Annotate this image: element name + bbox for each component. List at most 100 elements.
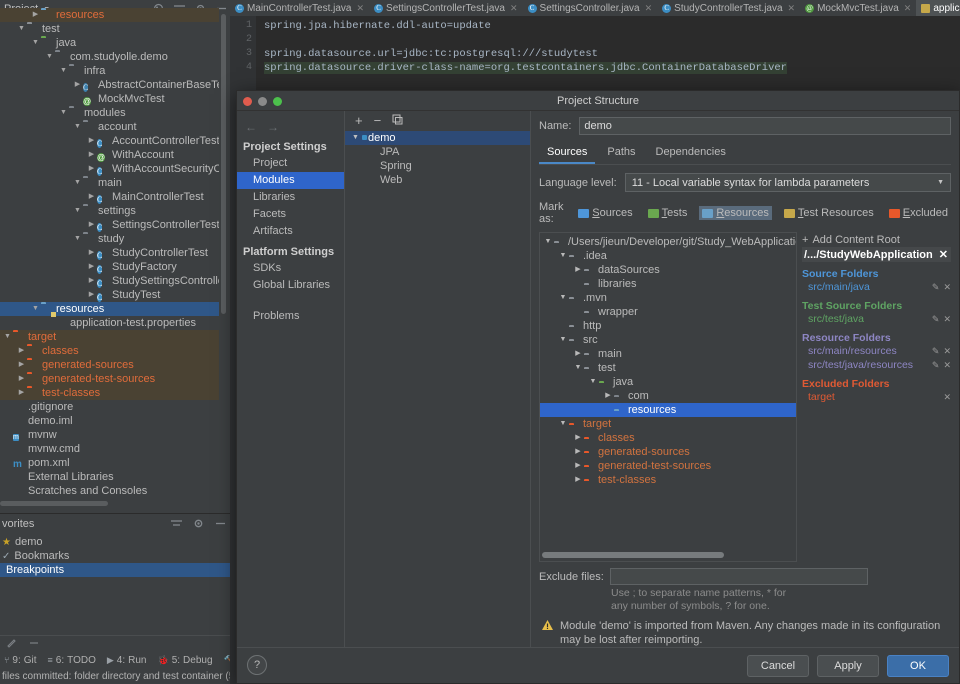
content-tree-row[interactable]: ▼ target [540,417,796,431]
chevron-right-icon[interactable]: ▶ [572,459,584,473]
edit-icon[interactable]: ✎ [932,314,940,325]
editor-tab[interactable]: C StudyControllerTest.java ✕ [657,0,800,16]
chevron-down-icon[interactable]: ▼ [30,302,41,316]
project-tree-row[interactable]: ▶C StudySettingsControllerTe [0,274,219,288]
cancel-button[interactable]: Cancel [747,654,809,677]
module-list-row[interactable]: Spring [345,159,530,173]
mark-as-sources-button[interactable]: Sources [575,206,635,220]
chevron-right-icon[interactable]: ▶ [602,389,614,403]
nav-item-artifacts[interactable]: Artifacts [237,223,344,240]
project-tree-row[interactable]: ▶ C AccountControllerTest [0,134,219,148]
status-bar-item[interactable]: ≡ 6: TODO [48,655,96,666]
editor-tab[interactable]: application-test.pro✕ [916,0,960,16]
close-icon[interactable]: ✕ [939,248,948,261]
content-tree-row[interactable]: wrapper [540,305,796,319]
chevron-right-icon[interactable]: ▶ [572,347,584,361]
content-tree-row[interactable]: ▼ java [540,375,796,389]
close-tab-icon[interactable]: ✕ [645,3,653,14]
project-tree-row[interactable]: ▼ account [0,120,219,134]
folder-group-row[interactable]: src/test/java ✎ ✕ [802,312,951,326]
project-tree-row[interactable]: ▼ test [0,22,219,36]
chevron-down-icon[interactable]: ▼ [72,176,83,190]
copy-icon[interactable] [392,113,403,128]
project-tree-row[interactable]: ▶ generated-test-sources [0,372,219,386]
status-bar-item[interactable]: 🐞 5: Debug [157,655,212,666]
chevron-right-icon[interactable]: ▶ [572,431,584,445]
chevron-down-icon[interactable]: ▼ [72,232,83,246]
project-tree-row[interactable]: ▶ C StudyControllerTest [0,246,219,260]
mark-as-test-resources-button[interactable]: Test Resources [781,206,877,220]
content-tree-row[interactable]: ▶ com [540,389,796,403]
module-tab-dependencies[interactable]: Dependencies [648,143,734,164]
project-tree-row[interactable]: ▶ generated-sources [0,358,219,372]
nav-history-buttons[interactable]: ← → [237,119,344,135]
project-tree-row[interactable]: ▼ com.studyolle.demo [0,50,219,64]
chevron-down-icon[interactable]: ▼ [557,417,569,431]
close-icon[interactable]: ✕ [943,346,951,357]
status-bar[interactable]: ⑂9:Git≡6:TODO▶4:Run🐞5:Debug🔨Buil [0,652,230,668]
folder-group-row[interactable]: target ✕ [802,390,951,404]
language-level-select[interactable]: 11 - Local variable syntax for lambda pa… [624,173,951,192]
chevron-down-icon[interactable]: ▼ [557,249,569,263]
content-tree-row[interactable]: ▼ .mvn [540,291,796,305]
chevron-right-icon[interactable]: ▶ [86,260,97,274]
chevron-right-icon[interactable]: ▶ [572,445,584,459]
mark-as-resources-button[interactable]: Resources [699,206,772,220]
chevron-right-icon[interactable]: ▶ [16,386,27,400]
content-tree-row[interactable]: ▶ classes [540,431,796,445]
close-tab-icon[interactable]: ✕ [904,3,912,14]
close-tab-icon[interactable]: ✕ [357,3,365,14]
chevron-down-icon[interactable]: ▼ [72,204,83,218]
project-tree-row[interactable]: ▼ resources [0,302,219,316]
content-tree-row[interactable]: ▶ dataSources [540,263,796,277]
content-tree-row[interactable]: ▶ generated-sources [540,445,796,459]
project-tree-row[interactable]: ▼ java [0,36,219,50]
chevron-right-icon[interactable]: ▶ [86,190,97,204]
project-tree-row[interactable]: ▶ @ WithAccount [0,148,219,162]
chevron-right-icon[interactable]: ▶ [16,358,27,372]
chevron-right-icon[interactable]: ▶ [572,263,584,277]
content-tree-row[interactable]: ▶ generated-test-sources [540,459,796,473]
collapse-all-icon[interactable] [170,517,183,530]
content-tree-row[interactable]: ▼ src [540,333,796,347]
chevron-down-icon[interactable]: ▼ [44,50,55,64]
editor-tab-bar[interactable]: C MainControllerTest.java ✕ C SettingsContro… [230,0,960,16]
exclude-files-input[interactable] [609,568,868,585]
status-bar-item[interactable]: ▶ 4: Run [107,655,147,666]
close-tab-icon[interactable]: ✕ [788,3,796,14]
ok-button[interactable]: OK [887,654,949,677]
nav-item-sdks[interactable]: SDKs [237,260,344,277]
modules-list[interactable]: ▼ demo JPA Spring Web [345,129,530,187]
add-icon[interactable]: + [355,113,363,128]
folder-group-row[interactable]: src/main/resources ✎ ✕ [802,344,951,358]
remove-icon[interactable] [28,637,40,652]
chevron-down-icon[interactable]: ▼ [16,22,27,36]
folder-group-row[interactable]: src/main/java ✎ ✕ [802,280,951,294]
project-tree-row[interactable]: ▼ infra [0,64,219,78]
content-tree-row[interactable]: ▼ .idea [540,249,796,263]
close-window-button[interactable] [243,97,252,106]
chevron-down-icon[interactable]: ▼ [542,235,554,249]
edit-icon[interactable]: ✎ [932,346,940,357]
dialog-title-bar[interactable]: Project Structure [237,91,959,111]
project-tree-row[interactable]: External Libraries [0,470,219,484]
content-tree-row[interactable]: ▼ /Users/jieun/Developer/git/Study_WebApp… [540,235,796,249]
chevron-right-icon[interactable]: ▶ [16,344,27,358]
module-name-input[interactable] [579,117,951,135]
project-tree[interactable]: ▶ resources ▼ test ▼ java ▼ com.studyolle.demo ▼… [0,8,219,504]
chevron-down-icon[interactable]: ▼ [72,120,83,134]
editor-tab[interactable]: C SettingsController.java ✕ [523,0,658,16]
project-tree-row[interactable]: m pom.xml [0,456,219,470]
edit-icon[interactable]: ✎ [932,360,940,371]
chevron-down-icon[interactable]: ▼ [352,131,362,145]
project-tree-row[interactable]: Scratches and Consoles [0,484,219,498]
project-tree-row[interactable]: ▶ C AbstractContainerBaseTest [0,78,219,92]
chevron-right-icon[interactable]: ▶ [86,162,97,176]
folder-group-row[interactable]: src/test/java/resources ✎ ✕ [802,358,951,372]
edit-icon[interactable]: ✎ [932,282,940,293]
dialog-settings-nav[interactable]: ← → Project Settings Project Modules Librar… [237,111,345,647]
project-tree-row[interactable]: ▶C WithAccountSecurityCont [0,162,219,176]
project-tree-row[interactable]: @ MockMvcTest [0,92,219,106]
content-tree-horizontal-scrollbar[interactable] [542,552,724,558]
content-tree-row[interactable]: ▶ test-classes [540,473,796,487]
